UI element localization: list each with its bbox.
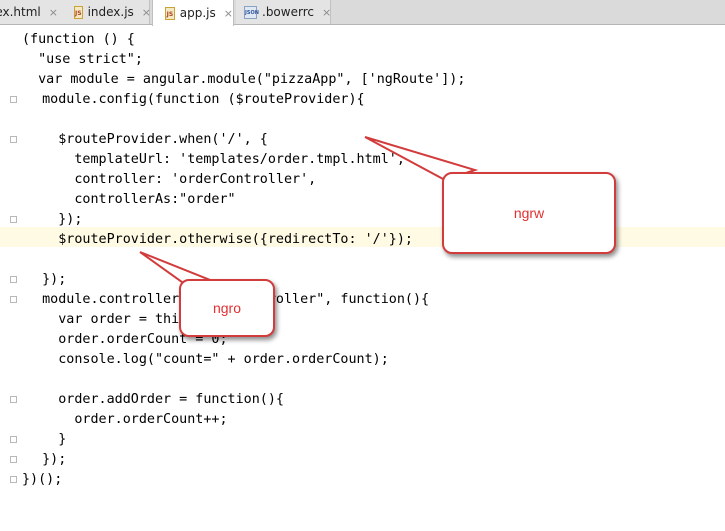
close-icon[interactable]: × [224,7,233,20]
callout-text: ngrw [513,205,545,221]
tab-app-js[interactable]: JS app.js × [152,0,234,26]
callout-ngro: ngro [179,279,275,337]
callout-pointers [139,136,479,297]
js-file-icon: JS [165,6,175,20]
callout-ngrw: ngrw [442,172,616,254]
tab-label: app.js [179,6,216,20]
callout-text: ngro [212,300,242,316]
